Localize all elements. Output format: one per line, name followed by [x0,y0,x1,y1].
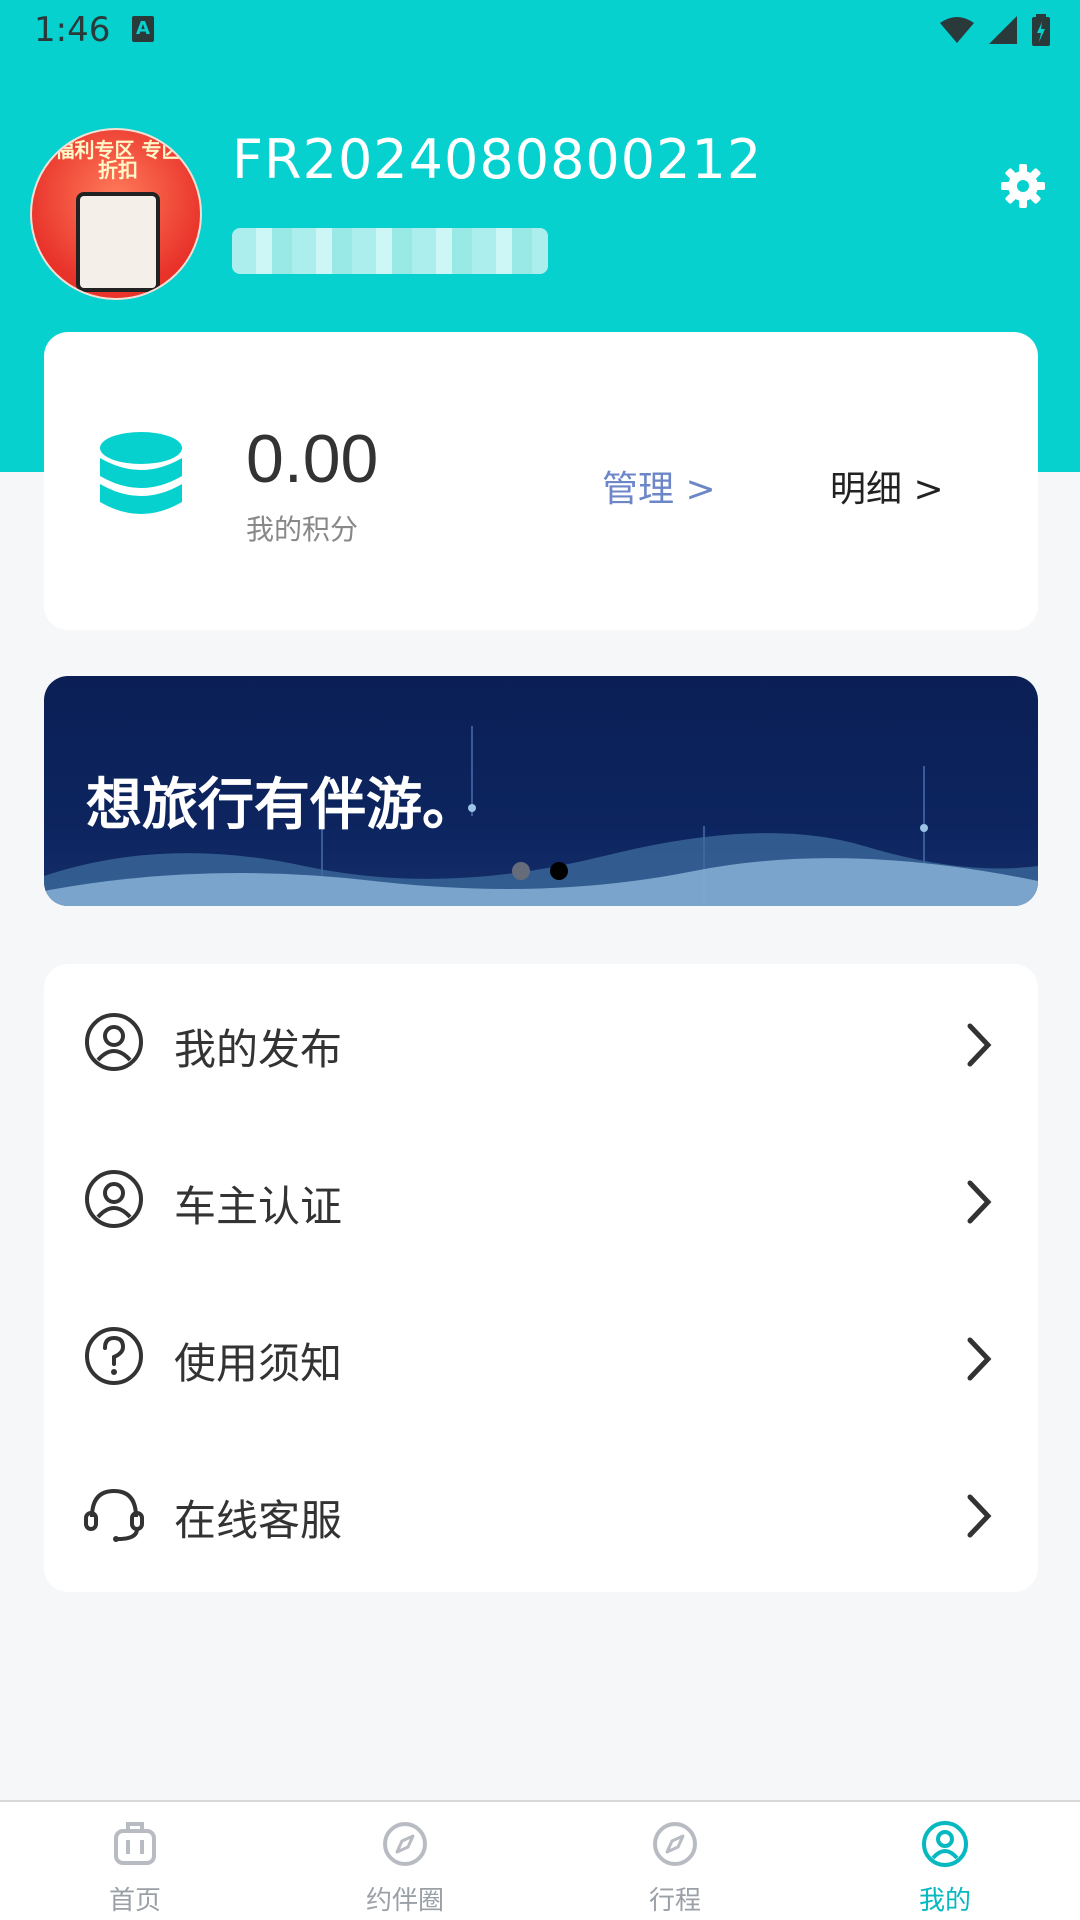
notification-icon: A [132,16,154,42]
menu-item-online-support[interactable]: 在线客服 [44,1435,1038,1592]
status-bar: 1:46 A [0,0,1080,62]
luggage-icon [114,1822,156,1865]
nav-tab-mine[interactable]: 我的 [810,1802,1080,1920]
chevron-right-icon [967,1180,992,1224]
points-value: 0.00 [246,421,379,497]
battery-icon [1032,14,1050,46]
wifi-icon [939,17,974,43]
user-circle-icon [85,1013,143,1071]
menu-item-usage-notes[interactable]: 使用须知 [44,1278,1038,1435]
blurred-user-info [232,228,548,274]
avatar-phone-graphic [76,192,160,292]
nav-label: 我的 [918,1886,971,1916]
user-circle-icon [85,1170,143,1228]
status-time: 1:46 [34,10,111,50]
menu-card: 我的发布 车主认证 使用须知 在线客服 [44,964,1038,1592]
menu-item-label: 车主认证 [174,1182,343,1231]
nav-label: 约伴圈 [365,1886,444,1916]
detail-link[interactable]: 明细 > [830,460,944,512]
banner-text: 想旅行有伴游。 [86,773,478,838]
nav-label: 首页 [108,1886,161,1916]
menu-item-label: 我的发布 [174,1025,343,1074]
manage-link[interactable]: 管理 > [602,460,716,512]
points-label: 我的积分 [246,513,359,546]
signal-icon [988,16,1017,44]
chevron-right-icon [967,1337,992,1381]
avatar[interactable]: 福利专区 专区折扣 [30,128,202,300]
carousel-dot[interactable] [512,862,530,880]
gear-icon[interactable] [999,162,1047,210]
question-circle-icon [85,1327,143,1385]
menu-item-my-posts[interactable]: 我的发布 [44,964,1038,1121]
avatar-banner-text: 福利专区 专区折扣 [54,138,182,182]
chevron-right-icon [967,1023,992,1067]
menu-item-label: 在线客服 [174,1496,343,1545]
promo-banner[interactable]: 想旅行有伴游。 [44,676,1038,906]
nav-label: 行程 [648,1886,701,1916]
nav-tab-itinerary[interactable]: 行程 [540,1802,810,1920]
nav-tab-home[interactable]: 首页 [0,1802,270,1920]
headset-icon [84,1488,144,1542]
bottom-nav: 首页 约伴圈 行程 我的 [0,1800,1080,1920]
username: FR2024080800212 [232,128,763,191]
nav-tab-companion-circle[interactable]: 约伴圈 [270,1802,540,1920]
status-icons [930,14,1050,46]
coin-stack-icon [100,432,182,514]
compass-icon [653,1822,697,1866]
carousel-dots [512,862,588,884]
compass-icon [383,1822,427,1866]
points-card: 0.00 我的积分 管理 > 明细 > [44,332,1038,630]
menu-item-label: 使用须知 [174,1339,343,1388]
chevron-right-icon [967,1494,992,1538]
user-icon [922,1821,968,1867]
menu-item-driver-verification[interactable]: 车主认证 [44,1121,1038,1278]
carousel-dot-active[interactable] [550,862,568,880]
